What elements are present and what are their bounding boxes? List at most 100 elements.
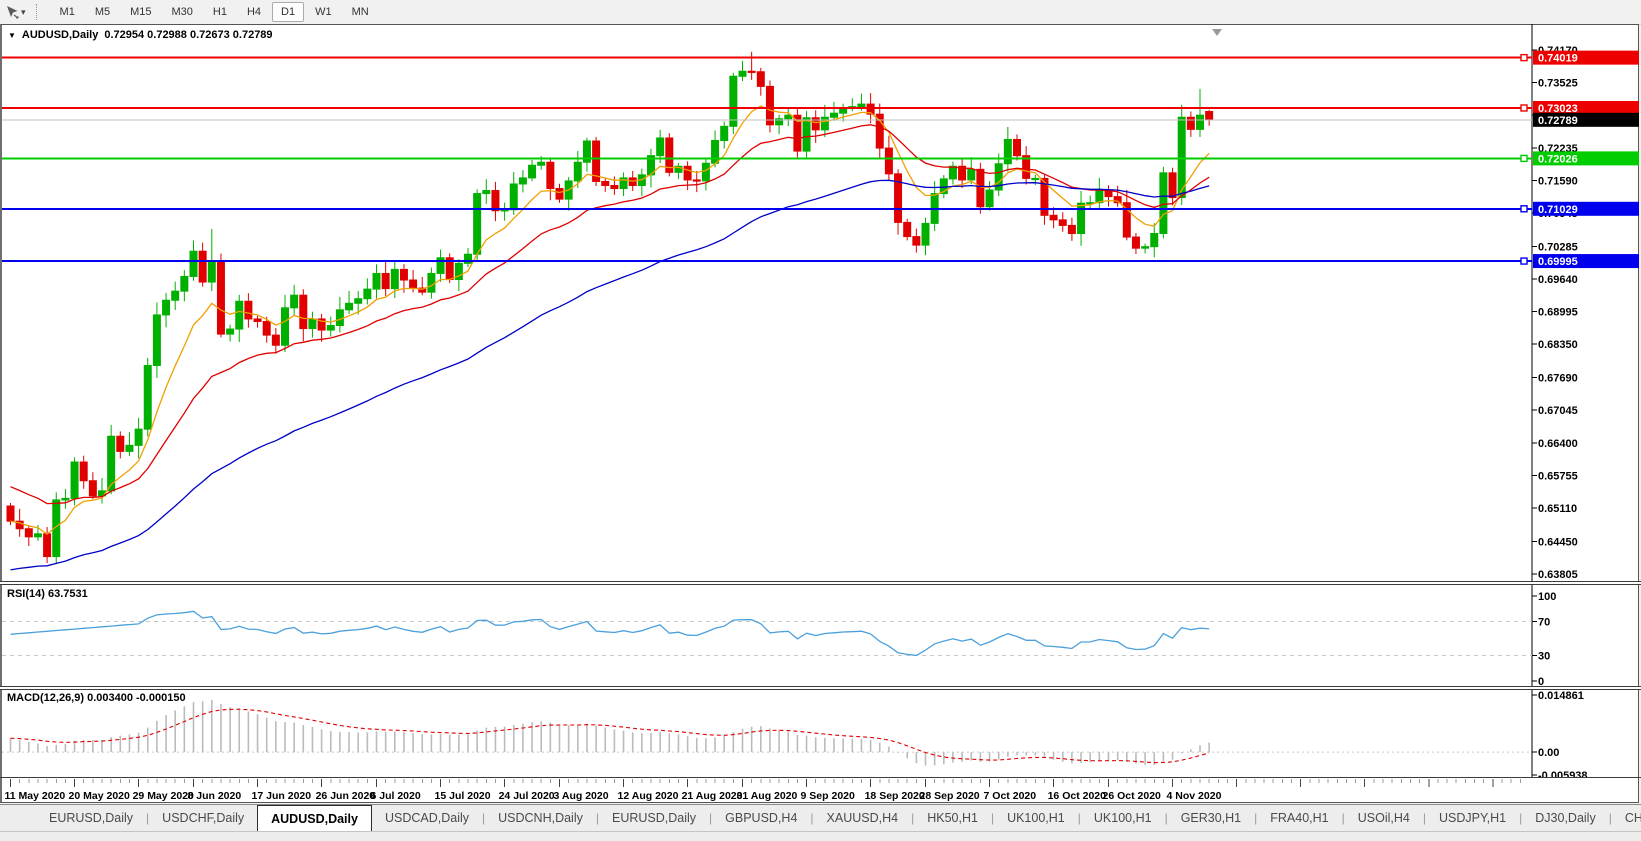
svg-text:0.68350: 0.68350 <box>1538 339 1578 351</box>
svg-text:0.65110: 0.65110 <box>1538 503 1577 515</box>
x-axis-date: 3 Aug 2020 <box>554 790 609 802</box>
horizontal-line-0.73023: 0.73023 <box>2 101 1639 115</box>
svg-text:0.68995: 0.68995 <box>1538 307 1578 319</box>
x-axis-date: 16 Oct 2020 <box>1048 790 1106 802</box>
chart-tab-usdchf-daily[interactable]: USDCHF,Daily <box>149 805 257 831</box>
chart-tab-gbpusd-h4[interactable]: GBPUSD,H4 <box>712 805 810 831</box>
svg-text:0.72026: 0.72026 <box>1538 153 1578 165</box>
svg-text:0.65755: 0.65755 <box>1538 470 1578 482</box>
top-toolbar: ▾ M1M5M15M30H1H4D1W1MN <box>0 0 1641 25</box>
x-axis-date: 26 Oct 2020 <box>1103 790 1161 802</box>
chart-tab-usoil-h4[interactable]: USOil,H4 <box>1345 805 1423 831</box>
svg-text:0.66400: 0.66400 <box>1538 438 1578 450</box>
rsi-label: RSI(14) 63.7531 <box>7 588 88 600</box>
timeframe-button-m15[interactable]: M15 <box>121 2 160 22</box>
timeframe-button-mn[interactable]: MN <box>343 2 378 22</box>
chart-tab-ger30-h1[interactable]: GER30,H1 <box>1168 805 1254 831</box>
timeframe-button-m1[interactable]: M1 <box>51 2 84 22</box>
macd-signal-line <box>11 709 1210 763</box>
horizontal-line-0.74019: 0.74019 <box>2 51 1639 65</box>
panel-separator[interactable] <box>0 686 1641 690</box>
svg-text:0.64450: 0.64450 <box>1538 536 1578 548</box>
svg-text:0.63805: 0.63805 <box>1538 569 1578 581</box>
chart-tab-eurusd-daily[interactable]: EURUSD,Daily <box>36 805 146 831</box>
x-axis-date: 9 Sep 2020 <box>801 790 855 802</box>
svg-text:0.71029: 0.71029 <box>1538 204 1578 216</box>
x-axis-date: 21 Aug 2020 <box>682 790 743 802</box>
chart-tab-bar: EURUSD,Daily|USDCHF,DailyAUDUSD,DailyUSD… <box>0 804 1641 831</box>
toolbar-grip <box>36 4 43 20</box>
panel-separator[interactable] <box>0 581 1641 585</box>
time-axis[interactable]: 11 May 202020 May 202029 May 20208 Jun 2… <box>0 789 1641 804</box>
chart-tab-usdcad-daily[interactable]: USDCAD,Daily <box>372 805 482 831</box>
x-axis-date: 11 May 2020 <box>5 790 66 802</box>
candles <box>7 52 1213 564</box>
mt4-terminal: ▾ M1M5M15M30H1H4D1W1MN ▼ AUDUSD,Daily 0.… <box>0 0 1641 840</box>
crosshair-tool-icon[interactable] <box>4 4 20 20</box>
x-axis-date: 26 Jun 2020 <box>316 790 376 802</box>
x-axis-date: 28 Sep 2020 <box>920 790 980 802</box>
svg-text:0.74019: 0.74019 <box>1538 53 1578 65</box>
chart-tab-china300-h1[interactable]: CHINA300,H1 <box>1612 805 1641 831</box>
macd-label: MACD(12,26,9) 0.003400 -0.000150 <box>7 692 186 704</box>
ma-medium-line <box>11 125 1210 504</box>
chart-shift-marker-icon[interactable] <box>1212 29 1222 36</box>
chart-tab-fra40-h1[interactable]: FRA40,H1 <box>1257 805 1341 831</box>
svg-text:0.71590: 0.71590 <box>1538 175 1578 187</box>
chevron-down-icon[interactable]: ▾ <box>21 7 26 18</box>
x-axis-date: 18 Sep 2020 <box>865 790 925 802</box>
x-axis-date: 29 May 2020 <box>133 790 194 802</box>
chart-tab-audusd-daily[interactable]: AUDUSD,Daily <box>257 805 372 831</box>
horizontal-line-0.71029: 0.71029 <box>2 202 1639 216</box>
svg-text:0.70285: 0.70285 <box>1538 241 1578 253</box>
x-axis-date: 7 Oct 2020 <box>984 790 1037 802</box>
x-axis-date: 17 Jun 2020 <box>252 790 312 802</box>
svg-text:30: 30 <box>1538 651 1550 663</box>
svg-text:0.67690: 0.67690 <box>1538 373 1578 385</box>
cursor-tool-group[interactable]: ▾ <box>0 4 26 20</box>
x-axis-date: 20 May 2020 <box>69 790 130 802</box>
ma-slow-line <box>11 180 1210 570</box>
macd-panel[interactable]: 0.0148610.00-0.005938 <box>0 690 1641 777</box>
timeframe-button-m5[interactable]: M5 <box>86 2 119 22</box>
svg-text:0: 0 <box>1538 676 1544 686</box>
chart-symbol-label: AUDUSD,Daily <box>22 29 98 41</box>
svg-text:0.73525: 0.73525 <box>1538 78 1578 90</box>
rsi-panel[interactable]: 100 70 30 0 <box>0 585 1641 686</box>
x-axis-date: 15 Jul 2020 <box>435 790 491 802</box>
rsi-line <box>11 611 1210 655</box>
macd-histogram <box>11 700 1210 766</box>
svg-text:0.69640: 0.69640 <box>1538 274 1578 286</box>
svg-text:0.72789: 0.72789 <box>1538 115 1578 127</box>
chart-ohlc-values: 0.72954 0.72988 0.72673 0.72789 <box>104 29 272 41</box>
time-axis-border <box>0 777 1641 778</box>
timeframe-buttons: M1M5M15M30H1H4D1W1MN <box>51 2 378 22</box>
x-axis-date: 4 Nov 2020 <box>1167 790 1222 802</box>
svg-text:0.67045: 0.67045 <box>1538 405 1578 417</box>
horizontal-line-0.69995: 0.69995 <box>2 254 1639 268</box>
collapse-triangle-icon[interactable]: ▼ <box>8 31 16 40</box>
x-axis-date: 12 Aug 2020 <box>618 790 679 802</box>
chart-tab-uk100-h1[interactable]: UK100,H1 <box>1081 805 1165 831</box>
svg-text:100: 100 <box>1538 591 1556 603</box>
timeframe-button-h1[interactable]: H1 <box>204 2 236 22</box>
chart-tab-xauusd-h4[interactable]: XAUUSD,H4 <box>814 805 912 831</box>
chart-tab-usdcnh-daily[interactable]: USDCNH,Daily <box>485 805 596 831</box>
price-chart-panel[interactable]: 0.741700.735250.728800.722350.715900.709… <box>0 24 1641 581</box>
timeframe-button-d1[interactable]: D1 <box>272 2 304 22</box>
x-axis-date: 31 Aug 2020 <box>737 790 798 802</box>
timeframe-button-h4[interactable]: H4 <box>238 2 270 22</box>
svg-text:70: 70 <box>1538 617 1550 629</box>
chart-tab-uk100-h1[interactable]: UK100,H1 <box>994 805 1078 831</box>
time-axis-ticks[interactable] <box>0 778 1641 789</box>
chart-tab-dj30-daily[interactable]: DJ30,Daily <box>1522 805 1608 831</box>
timeframe-button-m30[interactable]: M30 <box>163 2 202 22</box>
chart-tab-hk50-h1[interactable]: HK50,H1 <box>914 805 991 831</box>
svg-text:0.69995: 0.69995 <box>1538 256 1578 268</box>
x-axis-date: 8 Jun 2020 <box>188 790 242 802</box>
svg-text:-0.005938: -0.005938 <box>1538 770 1588 777</box>
timeframe-button-w1[interactable]: W1 <box>306 2 341 22</box>
chart-tab-eurusd-daily[interactable]: EURUSD,Daily <box>599 805 709 831</box>
chart-tab-usdjpy-h1[interactable]: USDJPY,H1 <box>1426 805 1519 831</box>
chart-title: ▼ AUDUSD,Daily 0.72954 0.72988 0.72673 0… <box>8 29 273 41</box>
